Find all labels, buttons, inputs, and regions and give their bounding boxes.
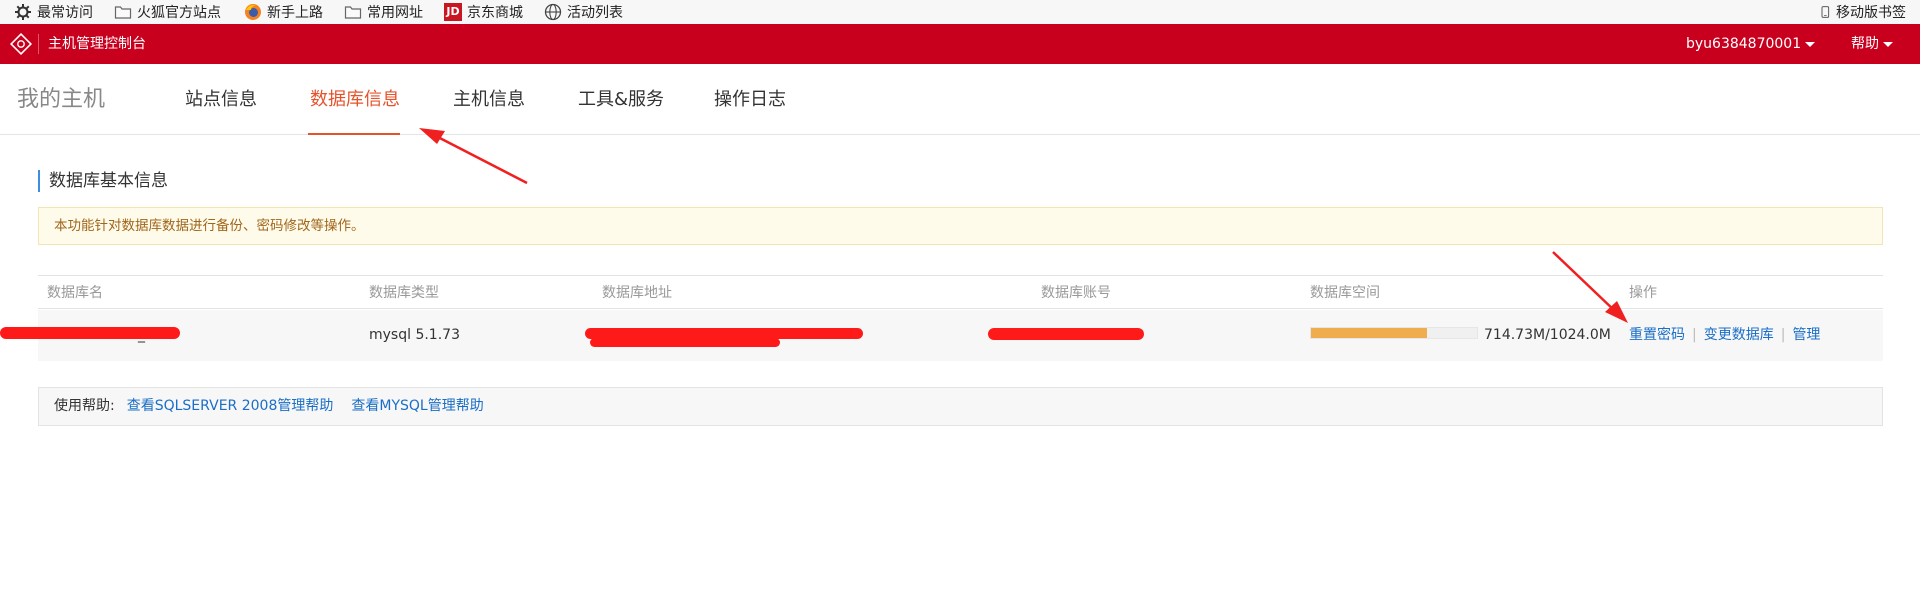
annotation-arrows [419, 128, 1628, 323]
arrow-icon [419, 128, 528, 185]
arrow-icon [1552, 251, 1628, 323]
